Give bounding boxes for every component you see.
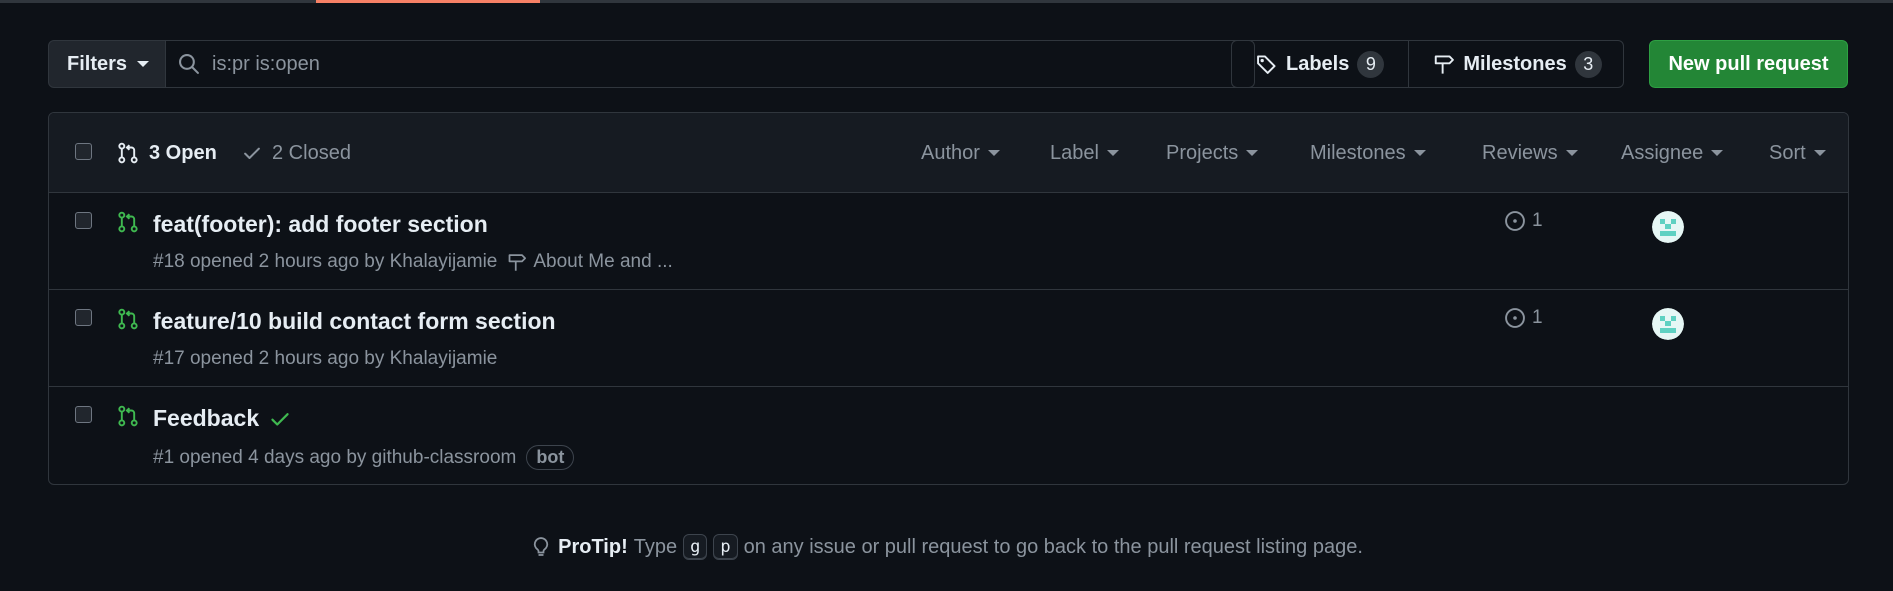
avatar-image (1652, 308, 1684, 340)
shortcut-key-p: p (713, 534, 738, 560)
row-checkbox[interactable] (75, 406, 92, 423)
assignee-filter-label: Assignee (1621, 141, 1704, 164)
pull-request-title-link[interactable]: feature/10 build contact form section (153, 308, 556, 335)
labels-count: 9 (1357, 50, 1385, 78)
protip: ProTip! Type g p on any issue or pull re… (0, 534, 1893, 560)
labels-milestones-group: Labels 9 Milestones 3 (1231, 40, 1624, 88)
pull-request-title: Feedback (153, 405, 260, 431)
closed-count-label: 2 Closed (272, 141, 351, 164)
pull-request-title: feature/10 build contact form section (153, 308, 556, 334)
search-box (165, 40, 1255, 88)
reviews-filter-label: Reviews (1482, 141, 1558, 164)
open-pull-request-icon (118, 211, 138, 233)
pull-request-meta: #17 opened 2 hours ago by Khalayijamie (153, 348, 497, 370)
select-all-checkbox[interactable] (75, 143, 92, 160)
tag-icon (1257, 55, 1276, 74)
open-count-label: 3 Open (149, 141, 217, 164)
protip-title: ProTip! (558, 535, 628, 558)
milestones-count: 3 (1574, 50, 1602, 78)
assignee-avatar[interactable] (1652, 308, 1684, 340)
labels-label: Labels (1286, 52, 1350, 75)
chevron-down-icon (1711, 150, 1724, 156)
pull-request-meta-text: #1 opened 4 days ago by github-classroom (153, 446, 517, 468)
sort-filter-label: Sort (1769, 141, 1806, 164)
linked-issue-count[interactable]: 1 (1504, 210, 1543, 232)
status-check-icon[interactable] (269, 408, 291, 430)
pull-request-icon (118, 142, 138, 164)
chevron-down-icon (137, 61, 150, 67)
pull-request-title: feat(footer): add footer section (153, 211, 488, 237)
chevron-down-icon (1106, 150, 1119, 156)
milestones-label: Milestones (1463, 52, 1567, 75)
pull-request-list: 3 Open 2 Closed Author Label Projects Mi… (48, 112, 1849, 485)
milestones-filter-label: Milestones (1310, 141, 1406, 164)
pull-request-meta-text: #18 opened 2 hours ago by Khalayijamie (153, 251, 498, 272)
pull-request-row: feature/10 build contact form section #1… (49, 290, 1848, 387)
pull-request-title-link[interactable]: Feedback (153, 405, 291, 432)
filters-label: Filters (67, 52, 128, 75)
linked-issue-count-value: 1 (1532, 307, 1543, 328)
protip-text-before: Type (633, 535, 678, 558)
milestones-filter[interactable]: Milestones (1310, 113, 1426, 193)
issue-opened-icon (1505, 211, 1525, 231)
label-filter[interactable]: Label (1050, 113, 1119, 193)
chevron-down-icon (1413, 150, 1426, 156)
assignee-filter[interactable]: Assignee (1621, 113, 1724, 193)
closed-filter-link[interactable]: 2 Closed (242, 113, 351, 193)
milestone-link[interactable]: About Me and ... (507, 251, 673, 273)
pull-request-row: feat(footer): add footer section #18 ope… (49, 193, 1848, 290)
pull-request-meta-text: #17 opened 2 hours ago by Khalayijamie (153, 348, 498, 369)
linked-issue-count-value: 1 (1532, 210, 1543, 231)
milestone-label: About Me and ... (533, 251, 673, 272)
check-icon (244, 147, 260, 159)
open-filter-link[interactable]: 3 Open (117, 113, 217, 193)
milestone-icon (1435, 55, 1455, 74)
pull-request-meta: #1 opened 4 days ago by github-classroom… (153, 445, 575, 470)
sort-filter[interactable]: Sort (1769, 113, 1826, 193)
row-checkbox[interactable] (75, 309, 92, 326)
chevron-down-icon (1246, 150, 1259, 156)
protip-text-after: on any issue or pull request to go back … (743, 535, 1363, 558)
row-checkbox[interactable] (75, 212, 92, 229)
linked-issue-count[interactable]: 1 (1504, 307, 1543, 329)
labels-button[interactable]: Labels 9 (1232, 41, 1408, 87)
milestones-button[interactable]: Milestones 3 (1408, 41, 1625, 87)
light-bulb-icon (533, 537, 549, 556)
assignee-avatar[interactable] (1652, 211, 1684, 243)
author-filter-label: Author (921, 141, 980, 164)
bot-badge: bot (526, 445, 575, 470)
chevron-down-icon (1813, 150, 1826, 156)
projects-filter-label: Projects (1166, 141, 1239, 164)
pull-request-row: Feedback #1 opened 4 days ago by github-… (49, 387, 1848, 484)
pull-request-title-link[interactable]: feat(footer): add footer section (153, 211, 488, 238)
chevron-down-icon (987, 150, 1000, 156)
new-pull-request-button[interactable]: New pull request (1649, 40, 1848, 88)
shortcut-key-g: g (683, 534, 708, 560)
milestone-icon (508, 254, 527, 271)
reviews-filter[interactable]: Reviews (1482, 113, 1578, 193)
active-tab-underline (316, 0, 540, 3)
projects-filter[interactable]: Projects (1166, 113, 1259, 193)
issue-opened-icon (1505, 308, 1525, 328)
search-icon (179, 54, 199, 74)
search-input[interactable] (212, 52, 1112, 76)
label-filter-label: Label (1050, 141, 1099, 164)
open-pull-request-icon (118, 308, 138, 330)
author-filter[interactable]: Author (921, 113, 1000, 193)
list-header: 3 Open 2 Closed Author Label Projects Mi… (49, 113, 1848, 193)
chevron-down-icon (1565, 150, 1578, 156)
open-pull-request-icon (118, 405, 138, 427)
toolbar: Filters Labels 9 Milestones 3 New pull r… (48, 40, 1848, 88)
pull-request-meta: #18 opened 2 hours ago by Khalayijamie A… (153, 251, 673, 273)
top-border (0, 0, 1893, 3)
avatar-image (1652, 211, 1684, 243)
filters-button[interactable]: Filters (48, 40, 166, 88)
